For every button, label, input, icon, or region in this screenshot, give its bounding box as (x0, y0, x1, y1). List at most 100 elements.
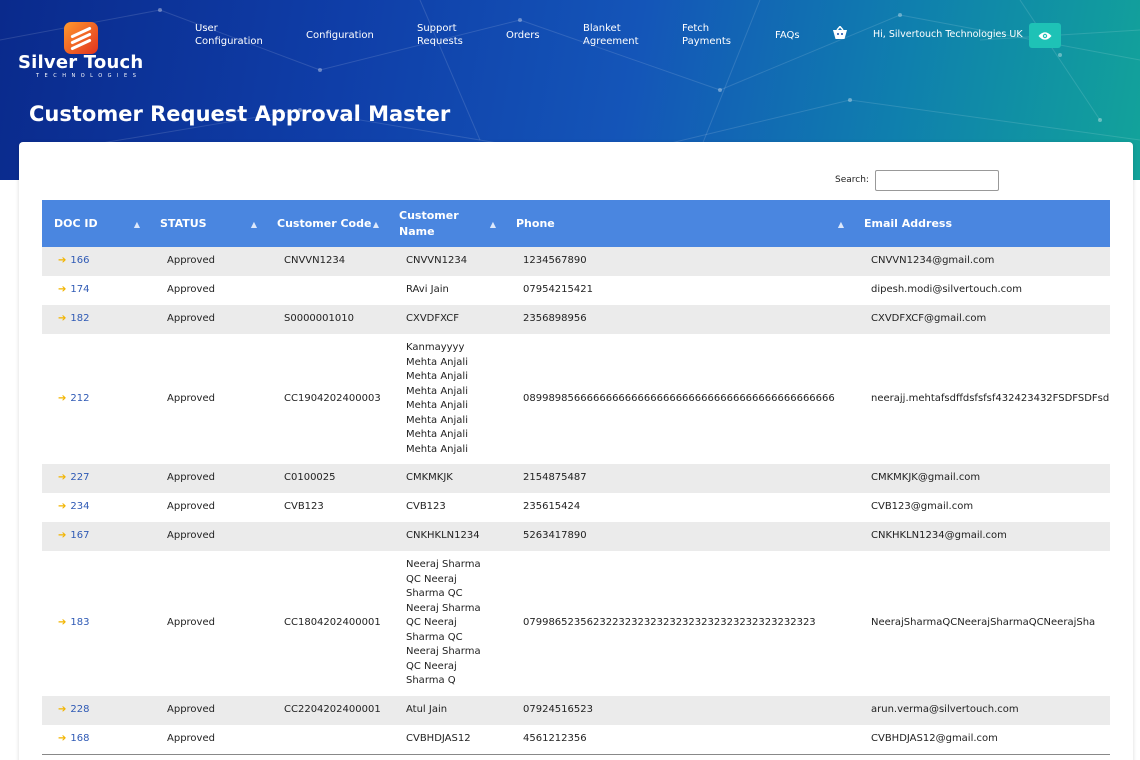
customer-name-cell: RAvi Jain (387, 276, 504, 305)
column-header-customer-name[interactable]: Customer Name ▲︎ (387, 200, 504, 247)
customer-code-cell (265, 276, 387, 305)
doc-id-cell[interactable]: ➔ 183 (42, 551, 148, 696)
customer-code-cell: CC1804202400001 (265, 551, 387, 696)
column-header-customer-code[interactable]: Customer Code ▲︎ (265, 200, 387, 247)
nav-configuration[interactable]: Configuration (306, 29, 374, 42)
phone-cell: 07924516523 (504, 696, 852, 725)
customer-name-cell: Kanmayyyy Mehta Anjali Mehta Anjali Mehta A… (387, 334, 504, 464)
customer-code-cell: C0100025 (265, 464, 387, 493)
table-header-row: DOC ID ▲︎ STATUS ▲︎ Customer Code ▲︎ Custom… (42, 200, 1110, 247)
status-cell: Approved (148, 305, 265, 334)
doc-id-cell[interactable]: ➔ 182 (42, 305, 148, 334)
table-row: ➔ 228 Approved CC2204202400001 Atul Jain 0792… (42, 696, 1110, 725)
column-header-doc-id[interactable]: DOC ID ▲︎ (42, 200, 148, 247)
doc-id-cell[interactable]: ➔ 228 (42, 696, 148, 725)
column-header-email[interactable]: Email Address (852, 200, 1110, 247)
customer-name-line: Mehta Anjali (406, 414, 468, 426)
search-input[interactable] (875, 170, 999, 191)
doc-id-link[interactable]: 182 (70, 313, 89, 324)
table-row: ➔ 183 Approved CC1804202400001 Neeraj Sharma… (42, 551, 1110, 696)
doc-id-cell[interactable]: ➔ 227 (42, 464, 148, 493)
phone-cell: 0799865235623223232323232323232323232323… (504, 551, 852, 696)
arrow-right-icon: ➔ (58, 472, 67, 484)
arrow-right-icon: ➔ (58, 733, 67, 744)
customer-name-line: Mehta Anjali (406, 371, 468, 382)
nav-label: FAQs (775, 30, 800, 41)
search-label: Search: (835, 175, 869, 185)
doc-id-cell[interactable]: ➔ 174 (42, 276, 148, 305)
customer-name-cell: CXVDFXCF (387, 305, 504, 334)
logo-tagline: TECHNOLOGIES (36, 73, 142, 79)
customer-name-line: CNVVN1234 (406, 255, 468, 267)
doc-id-cell[interactable]: ➔ 234 (42, 493, 148, 522)
customer-name-line: Mehta Anjali (406, 356, 468, 368)
doc-id-link[interactable]: 212 (70, 393, 89, 404)
column-header-label: STATUS (160, 216, 207, 230)
table-row: ➔ 167 Approved CNKHKLN1234 5263417890 CNKHKLN… (42, 522, 1110, 551)
nav-orders[interactable]: Orders (506, 29, 540, 42)
table-row: ➔ 234 Approved CVB123 CVB123 235615424 CVB123@… (42, 493, 1110, 522)
column-header-label: Email Address (864, 216, 953, 230)
sort-icon: ▲︎ (372, 220, 379, 229)
user-greeting[interactable]: Hi, Silvertouch Technologies UK (873, 29, 1023, 40)
nav-label: Configuration (195, 36, 263, 47)
customer-name-cell: CVB123 (387, 493, 504, 522)
customer-name-line: Mehta Anjali (406, 400, 468, 411)
table-row: ➔ 227 Approved C0100025 CMKMKJK 2154875487 CMK… (42, 464, 1110, 493)
nav-faqs[interactable]: FAQs (775, 29, 800, 42)
email-cell: dipesh.modi@silvertouch.com (852, 276, 1110, 305)
arrow-right-icon: ➔ (58, 617, 67, 629)
sort-icon: ▲︎ (250, 220, 257, 229)
doc-id-link[interactable]: 183 (70, 617, 89, 628)
table-row: ➔ 168 Approved CVBHDJAS12 4561212356 CVBHDJAS… (42, 725, 1110, 755)
doc-id-link[interactable]: 166 (70, 255, 89, 266)
customer-name-line: Atul Jain (406, 704, 448, 716)
eye-icon (1038, 31, 1052, 40)
phone-cell: 07954215421 (504, 276, 852, 305)
doc-id-link[interactable]: 174 (70, 284, 89, 295)
logo-mark-icon (64, 22, 98, 54)
customer-name-line: Mehta Anjali (406, 443, 468, 455)
nav-label: Orders (506, 30, 540, 41)
doc-id-link[interactable]: 227 (70, 472, 89, 483)
customer-name-line: Mehta Anjali (406, 385, 468, 397)
customer-name-cell: CNVVN1234 (387, 247, 504, 276)
customer-name-line: CVB123 (406, 501, 446, 513)
table-row: ➔ 182 Approved S0000001010 CXVDFXCF 235689895… (42, 305, 1110, 334)
doc-id-link[interactable]: 168 (70, 733, 89, 744)
status-cell: Approved (148, 276, 265, 305)
company-logo[interactable]: Silver Touch TECHNOLOGIES (18, 20, 148, 80)
doc-id-cell[interactable]: ➔ 167 (42, 522, 148, 551)
basket-icon[interactable] (832, 26, 848, 40)
arrow-right-icon: ➔ (58, 255, 67, 267)
arrow-right-icon: ➔ (58, 501, 67, 513)
doc-id-link[interactable]: 167 (70, 530, 89, 541)
nav-fetch-payments[interactable]: Fetch Payments (682, 22, 731, 48)
email-cell: neerajj.mehtafsdffdsfsfsf432423432FSDFSD… (852, 334, 1110, 464)
doc-id-cell[interactable]: ➔ 212 (42, 334, 148, 464)
email-cell: CXVDFXCF@gmail.com (852, 305, 1110, 334)
doc-id-cell[interactable]: ➔ 168 (42, 725, 148, 755)
nav-support-requests[interactable]: Support Requests (417, 22, 463, 48)
nav-label: User (195, 23, 218, 34)
phone-cell: 5263417890 (504, 522, 852, 551)
customer-name-line: Sharma QC (406, 631, 463, 643)
customer-name-line: Neeraj Sharma (406, 646, 481, 658)
customer-code-cell: S0000001010 (265, 305, 387, 334)
column-header-phone[interactable]: Phone ▲︎ (504, 200, 852, 247)
status-cell: Approved (148, 247, 265, 276)
customer-name-line: Sharma QC (406, 588, 463, 600)
nav-label: Agreement (583, 36, 639, 47)
nav-label: Blanket (583, 23, 621, 34)
nav-user-configuration[interactable]: User Configuration (195, 22, 263, 48)
customer-name-line: Neeraj Sharma (406, 559, 481, 571)
customer-name-cell: CNKHKLN1234 (387, 522, 504, 551)
doc-id-cell[interactable]: ➔ 166 (42, 247, 148, 276)
column-header-status[interactable]: STATUS ▲︎ (148, 200, 265, 247)
doc-id-link[interactable]: 234 (70, 501, 89, 512)
customer-name-line: CXVDFXCF (406, 313, 459, 325)
nav-label: Fetch (682, 23, 710, 34)
view-button[interactable] (1029, 23, 1061, 48)
doc-id-link[interactable]: 228 (70, 704, 89, 715)
nav-blanket-agreement[interactable]: Blanket Agreement (583, 22, 639, 48)
